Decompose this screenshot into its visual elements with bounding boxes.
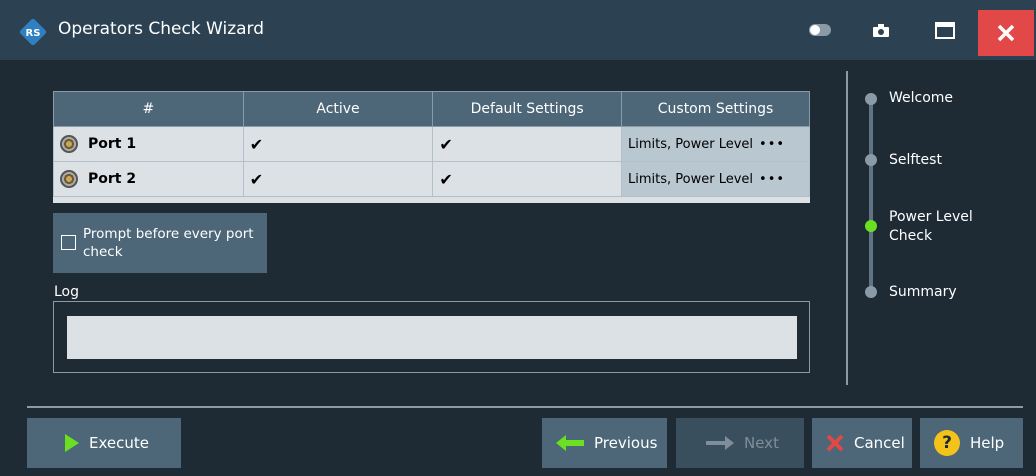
cancel-x-icon [826, 434, 844, 452]
port-cell: Port 2 [53, 161, 244, 197]
step-dot-welcome [865, 93, 877, 105]
column-header-number: # [53, 91, 244, 127]
window-title: Operators Check Wizard [58, 19, 265, 39]
prompt-label: Prompt before every port check [83, 226, 254, 260]
more-options-icon[interactable]: ••• [759, 172, 785, 187]
table-row: Port 2 ✔ ✔ Limits, Power Level ••• [53, 161, 810, 197]
checkmark-icon: ✔ [439, 169, 453, 189]
custom-settings-value: Limits, Power Level [628, 171, 754, 187]
arrow-left-icon [556, 435, 584, 451]
help-icon: ? [934, 430, 960, 456]
execute-button[interactable]: Execute [27, 418, 181, 468]
default-settings-checkbox[interactable]: ✔ [432, 161, 623, 197]
play-icon [65, 434, 79, 452]
table-row: Port 1 ✔ ✔ Limits, Power Level ••• [53, 126, 810, 162]
execute-label: Execute [89, 434, 149, 452]
arrow-right-icon [706, 436, 734, 450]
step-selftest[interactable]: Selftest [889, 151, 942, 170]
maximize-icon[interactable] [925, 14, 965, 46]
help-button[interactable]: ? Help [920, 418, 1023, 468]
log-output[interactable] [67, 316, 797, 359]
help-label: Help [970, 434, 1005, 452]
steps-divider [846, 71, 848, 385]
custom-settings-cell[interactable]: Limits, Power Level ••• [621, 161, 810, 197]
prompt-before-port-check-toggle[interactable]: Prompt before every port check [53, 213, 267, 273]
checkmark-icon: ✔ [249, 169, 264, 189]
column-header-active: Active [242, 91, 434, 127]
port-connector-icon [60, 135, 78, 153]
port-cell: Port 1 [53, 126, 244, 162]
close-button[interactable] [978, 10, 1034, 56]
step-welcome[interactable]: Welcome [889, 89, 953, 108]
title-bar: RS Operators Check Wizard [0, 0, 1036, 60]
port-label: Port 2 [88, 171, 137, 187]
port-connector-icon [60, 170, 78, 188]
camera-icon[interactable] [861, 14, 901, 46]
column-header-custom-settings: Custom Settings [621, 91, 810, 127]
port-table: # Active Default Settings Custom Setting… [53, 91, 810, 197]
app-logo-icon: RS [20, 19, 46, 45]
toggle-icon[interactable] [800, 14, 840, 46]
log-label: Log [54, 284, 80, 300]
table-header-row: # Active Default Settings Custom Setting… [53, 91, 810, 127]
custom-settings-value: Limits, Power Level [628, 136, 754, 152]
active-checkbox[interactable]: ✔ [242, 161, 434, 197]
column-header-default-settings: Default Settings [432, 91, 623, 127]
svg-text:RS: RS [26, 28, 41, 39]
default-settings-checkbox[interactable]: ✔ [432, 126, 623, 162]
checkmark-icon: ✔ [439, 134, 453, 154]
next-label: Next [744, 434, 779, 452]
steps-track [869, 98, 873, 292]
cancel-label: Cancel [854, 434, 905, 452]
active-checkbox[interactable]: ✔ [242, 126, 434, 162]
step-summary[interactable]: Summary [889, 283, 957, 302]
step-dot-power-level-check [865, 220, 877, 232]
checkmark-icon: ✔ [249, 134, 264, 154]
step-dot-selftest [865, 154, 877, 166]
previous-label: Previous [594, 434, 658, 452]
port-label: Port 1 [88, 136, 137, 152]
step-dot-summary [865, 286, 877, 298]
cancel-button[interactable]: Cancel [812, 418, 912, 468]
table-footer [53, 197, 810, 203]
close-icon [997, 24, 1015, 42]
footer-divider [27, 406, 1023, 408]
step-power-level-check[interactable]: Power Level Check [889, 208, 999, 246]
custom-settings-cell[interactable]: Limits, Power Level ••• [621, 126, 810, 162]
more-options-icon[interactable]: ••• [759, 137, 785, 152]
prompt-checkbox[interactable] [61, 235, 76, 250]
next-button[interactable]: Next [676, 418, 804, 468]
previous-button[interactable]: Previous [542, 418, 667, 468]
